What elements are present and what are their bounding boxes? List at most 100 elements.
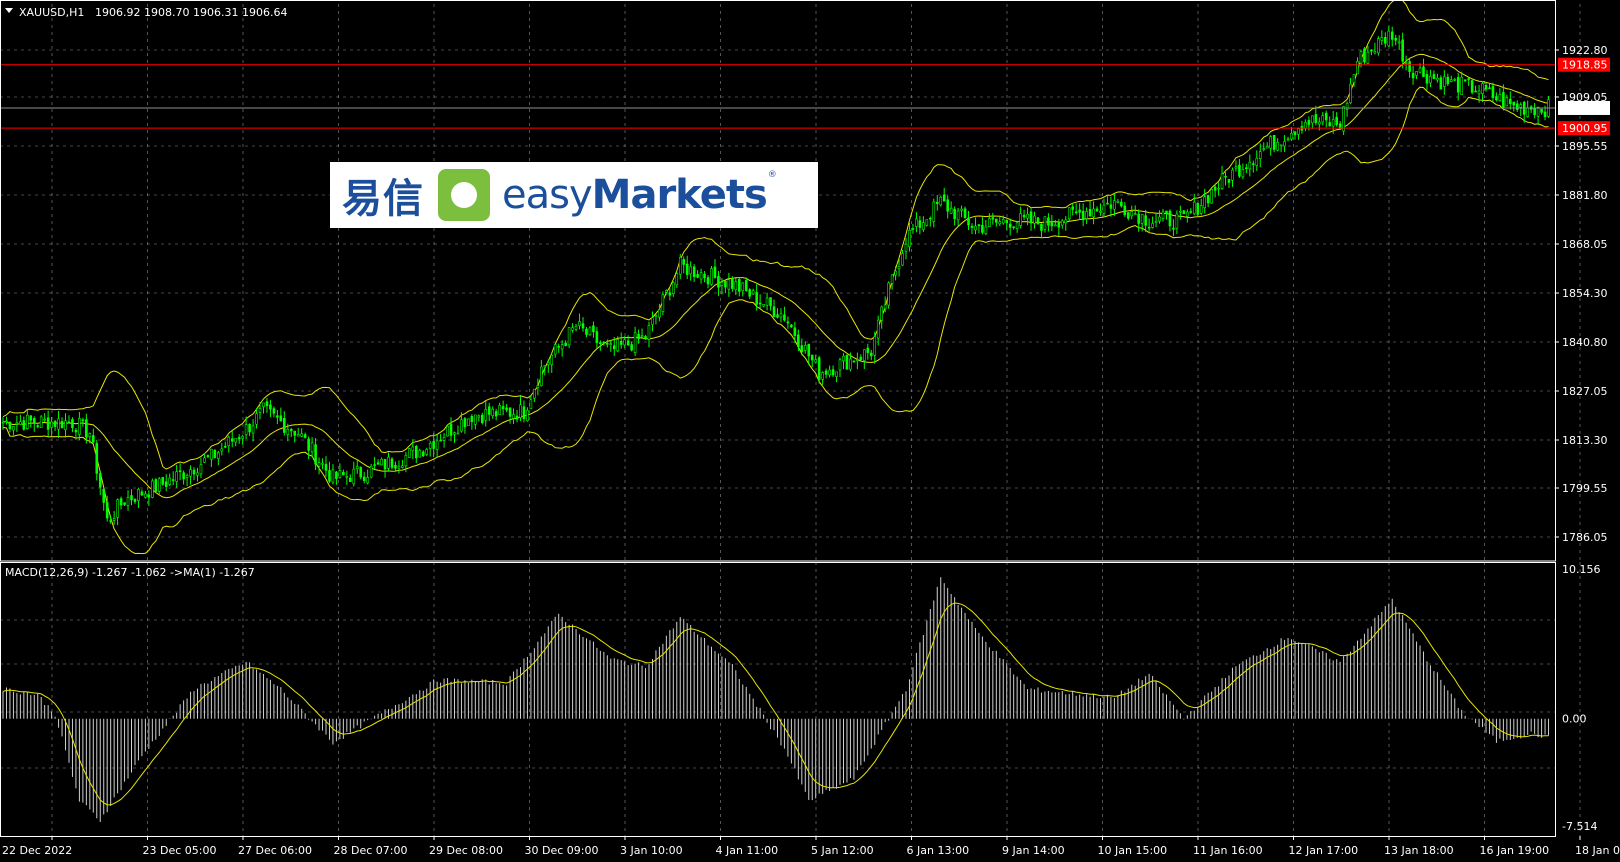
candle-body-314 xyxy=(1092,208,1095,217)
candle-body-395 xyxy=(1373,51,1377,54)
logo-registered-mark: ® xyxy=(767,170,777,180)
candle-body-183 xyxy=(637,333,640,340)
time-tick-13: 12 Jan 17:00 xyxy=(1289,844,1359,857)
candle-body-408 xyxy=(1418,67,1422,73)
candle-body-175 xyxy=(609,343,613,346)
candle-body-297 xyxy=(1033,215,1036,224)
candle-body-363 xyxy=(1262,148,1266,150)
candle-body-261 xyxy=(908,229,911,247)
candle-body-159 xyxy=(553,344,557,355)
candle-body-117 xyxy=(408,448,411,458)
candle-body-40 xyxy=(140,491,144,496)
logo-english: easyMarkets xyxy=(502,172,768,218)
candle-body-141 xyxy=(491,408,495,417)
candle-body-25 xyxy=(88,433,92,437)
candle-body-53 xyxy=(185,475,189,478)
candle-body-439 xyxy=(1526,107,1529,117)
candle-body-346 xyxy=(1203,196,1206,209)
candle-body-364 xyxy=(1265,146,1269,149)
candle-body-237 xyxy=(824,370,828,375)
price-chart[interactable]: 1922.801909.051895.551881.801868.051854.… xyxy=(0,0,1620,862)
candle-body-362 xyxy=(1258,151,1262,159)
candle-body-249 xyxy=(866,347,870,353)
candle-body-331 xyxy=(1151,223,1154,228)
candle-body-236 xyxy=(821,372,824,380)
candle-body-253 xyxy=(880,306,883,321)
candle-body-214 xyxy=(744,280,748,291)
candle-body-369 xyxy=(1283,141,1286,147)
candle-body-4 xyxy=(15,422,19,425)
price-tick-8: 1813.30 xyxy=(1562,434,1608,447)
candle-body-204 xyxy=(710,268,713,285)
candle-body-413 xyxy=(1436,77,1439,81)
candle-body-370 xyxy=(1286,138,1290,141)
candle-body-430 xyxy=(1495,96,1498,101)
candle-body-218 xyxy=(758,302,762,305)
candle-body-407 xyxy=(1415,71,1418,76)
price-tick-2: 1895.55 xyxy=(1562,140,1608,153)
candle-body-144 xyxy=(501,406,505,410)
candle-body-67 xyxy=(234,438,237,443)
candle-body-229 xyxy=(797,334,800,347)
candle-body-392 xyxy=(1363,48,1366,63)
candle-body-101 xyxy=(352,468,356,485)
candle-body-394 xyxy=(1370,49,1373,52)
candle-body-103 xyxy=(359,467,363,478)
candle-body-434 xyxy=(1509,98,1512,104)
symbol-label: XAUUSD,H1 xyxy=(19,6,84,19)
candle-body-155 xyxy=(540,366,543,387)
candle-body-173 xyxy=(602,341,606,344)
candle-body-398 xyxy=(1383,37,1387,44)
candle-body-212 xyxy=(737,279,741,292)
candle-body-420 xyxy=(1460,76,1463,95)
candle-body-423 xyxy=(1470,80,1474,93)
candle-body-251 xyxy=(873,336,877,356)
macd-tick-0: 10.156 xyxy=(1562,563,1601,576)
candle-body-153 xyxy=(533,388,536,399)
candle-body-263 xyxy=(915,218,918,227)
price-tick-9: 1799.55 xyxy=(1562,482,1608,495)
candle-body-48 xyxy=(168,477,172,485)
candle-body-63 xyxy=(220,448,224,452)
candle-body-357 xyxy=(1241,168,1245,178)
candle-body-295 xyxy=(1026,213,1029,219)
candle-body-82 xyxy=(286,428,290,435)
dropdown-arrow-icon[interactable] xyxy=(5,8,13,13)
current-price-tag: 1906.64 xyxy=(1562,102,1608,115)
candle-body-300 xyxy=(1043,216,1047,230)
candle-body-318 xyxy=(1106,202,1109,205)
candle-body-353 xyxy=(1227,179,1231,183)
candle-body-277 xyxy=(963,208,967,219)
candle-body-336 xyxy=(1168,210,1172,227)
candle-body-98 xyxy=(342,471,345,476)
candle-body-162 xyxy=(564,342,567,347)
candle-body-247 xyxy=(859,356,863,361)
candle-body-85 xyxy=(296,434,300,437)
price-tick-3: 1881.80 xyxy=(1562,189,1608,202)
candle-body-129 xyxy=(449,423,453,436)
candle-body-126 xyxy=(439,439,442,442)
candle-body-71 xyxy=(248,424,251,433)
candle-body-226 xyxy=(786,321,790,324)
candle-body-69 xyxy=(241,436,244,439)
candle-body-254 xyxy=(883,304,887,310)
candle-body-262 xyxy=(911,228,915,230)
macd-tick-2: -7.514 xyxy=(1562,820,1597,833)
candle-body-201 xyxy=(699,272,703,280)
candle-body-17 xyxy=(60,421,64,429)
candle-body-102 xyxy=(355,466,359,469)
candle-body-28 xyxy=(98,473,102,488)
candle-body-45 xyxy=(157,478,161,492)
candle-body-22 xyxy=(78,418,81,435)
candle-body-418 xyxy=(1453,79,1457,81)
candle-body-9 xyxy=(32,418,36,424)
time-tick-10: 9 Jan 14:00 xyxy=(1002,844,1065,857)
candle-body-228 xyxy=(793,327,797,336)
candle-body-358 xyxy=(1245,167,1248,170)
band-lower xyxy=(2,86,1549,555)
candle-body-231 xyxy=(803,345,807,351)
candle-body-286 xyxy=(995,218,998,223)
candle-body-77 xyxy=(269,404,272,410)
candle-body-391 xyxy=(1359,51,1363,64)
candle-body-199 xyxy=(692,266,696,277)
